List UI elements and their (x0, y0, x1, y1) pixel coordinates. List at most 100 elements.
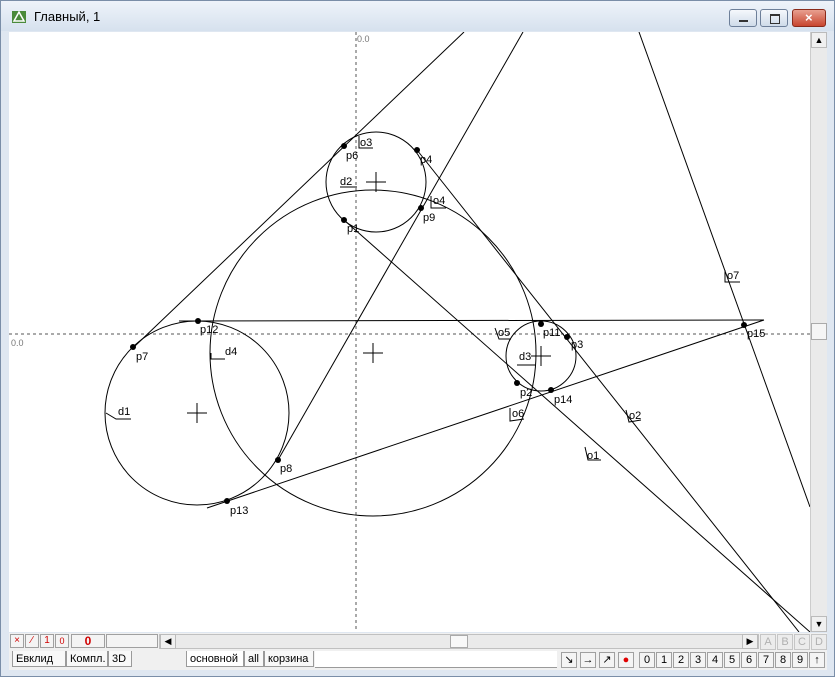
line-o3 (134, 32, 465, 347)
number-button-9[interactable]: 9 (792, 652, 808, 668)
tabs-row: Евклид Компл. 3D основной all корзина ↘ … (9, 650, 827, 670)
label-o5: o5 (498, 327, 510, 339)
point-p6 (341, 143, 347, 149)
arrow-up-icon: ▲ (814, 35, 824, 45)
point-p4 (414, 147, 420, 153)
minimize-icon (739, 20, 748, 22)
tab-main[interactable]: основной (186, 651, 244, 667)
scroll-up-button[interactable]: ▲ (811, 32, 827, 48)
center-marks (187, 172, 551, 423)
label-p11: p11 (543, 327, 561, 339)
up-arrow-icon: ↑ (814, 654, 820, 666)
label-p2: p2 (520, 387, 532, 399)
horizontal-scroll-thumb[interactable] (450, 635, 468, 648)
letter-button-b[interactable]: B (777, 634, 793, 650)
label-o4: o4 (433, 195, 445, 207)
geometry-drawing: 0.0 0.0 p1 p3 p4 p6 p7 p8 p9 p11 p12 p13… (9, 32, 810, 632)
label-p14: p14 (554, 394, 572, 406)
delete-button[interactable]: × (10, 634, 24, 648)
label-p1: p1 (347, 223, 359, 235)
number-button-1[interactable]: 1 (656, 652, 672, 668)
number-button-2[interactable]: 2 (673, 652, 689, 668)
counter-field: 0 (71, 634, 105, 648)
tool-line-button[interactable]: ↗ (599, 652, 615, 668)
point-p9 (418, 205, 424, 211)
tab-complex[interactable]: Компл. (66, 651, 108, 667)
maximize-icon (770, 14, 780, 24)
label-o7: o7 (727, 270, 739, 282)
number-button-4[interactable]: 4 (707, 652, 723, 668)
tool-segment-button[interactable]: ↘ (561, 652, 577, 668)
zero-button[interactable]: 0 (55, 634, 69, 648)
line-o2 (416, 149, 800, 632)
point-p7 (130, 344, 136, 350)
label-d1: d1 (118, 406, 130, 418)
tab-3d[interactable]: 3D (108, 651, 132, 667)
horizontal-scrollbar[interactable]: ◀ ▶ (159, 634, 759, 649)
application-window: Главный, 1 × 0.0 0.0 p1 p3 p4 p6 p7 p8 p… (0, 0, 835, 677)
construction-lines (134, 32, 810, 632)
blank-field (106, 634, 158, 648)
drawing-canvas[interactable]: 0.0 0.0 p1 p3 p4 p6 p7 p8 p9 p11 p12 p13… (9, 32, 810, 632)
ray-icon: → (582, 654, 594, 666)
tab-all[interactable]: all (244, 651, 264, 667)
letter-button-c[interactable]: C (794, 634, 810, 650)
tool-ray-button[interactable]: → (580, 652, 596, 668)
line-label-boxes (358, 136, 740, 461)
tab-trash[interactable]: корзина (264, 651, 314, 667)
label-o1: o1 (587, 450, 599, 462)
tool-point-button[interactable]: ● (618, 652, 634, 668)
vertical-scroll-thumb[interactable] (811, 323, 827, 340)
up-arrow-button[interactable]: ↑ (809, 652, 825, 668)
title-bar[interactable]: Главный, 1 × (1, 1, 834, 31)
line-o1 (343, 219, 810, 632)
letter-button-d[interactable]: D (811, 634, 827, 650)
scroll-right-button[interactable]: ▶ (742, 634, 758, 649)
line-o4 (277, 32, 524, 461)
number-button-5[interactable]: 5 (724, 652, 740, 668)
label-o6: o6 (512, 408, 524, 420)
number-button-3[interactable]: 3 (690, 652, 706, 668)
circle-labels (105, 186, 535, 420)
label-p12: p12 (200, 324, 218, 336)
label-o2: o2 (629, 410, 641, 422)
arrow-down-icon: ▼ (814, 619, 824, 629)
label-o3: o3 (360, 137, 372, 149)
scroll-left-button[interactable]: ◀ (160, 634, 176, 649)
line-o6 (206, 319, 765, 509)
label-p15: p15 (747, 328, 765, 340)
vertical-scrollbar[interactable]: ▲ ▼ (810, 32, 827, 632)
number-button-7[interactable]: 7 (758, 652, 774, 668)
line-o7 (638, 32, 810, 508)
axis-origin-label-top: 0.0 (357, 34, 370, 44)
number-button-6[interactable]: 6 (741, 652, 757, 668)
label-d2: d2 (340, 176, 352, 188)
scroll-down-button[interactable]: ▼ (811, 616, 827, 632)
arrow-left-icon: ◀ (164, 636, 172, 646)
label-d4: d4 (225, 346, 237, 358)
arrow-right-icon: ▶ (746, 636, 754, 646)
label-p4: p4 (420, 154, 432, 166)
point-icon: ● (622, 654, 630, 666)
point-p14 (548, 387, 554, 393)
segment-icon: ↘ (564, 654, 574, 666)
tab-strip-blank (315, 651, 557, 668)
line-tool-button[interactable]: ∕ (25, 634, 39, 648)
point-p2 (514, 380, 520, 386)
one-button[interactable]: 1 (40, 634, 54, 648)
label-p13: p13 (230, 505, 248, 517)
label-p6: p6 (346, 150, 358, 162)
number-button-8[interactable]: 8 (775, 652, 791, 668)
letter-button-a[interactable]: A (760, 634, 776, 650)
close-icon: × (805, 10, 813, 25)
label-p8: p8 (280, 463, 292, 475)
tab-euclid[interactable]: Евклид (12, 651, 66, 667)
label-p9: p9 (423, 212, 435, 224)
number-button-0[interactable]: 0 (639, 652, 655, 668)
maximize-button[interactable] (760, 9, 788, 27)
axis-origin-label-left: 0.0 (11, 338, 24, 348)
close-button[interactable]: × (792, 9, 826, 27)
minimize-button[interactable] (729, 9, 757, 27)
label-d3: d3 (519, 351, 531, 363)
bottom-toolbar-row: × ∕ 1 0 0 ◀ ▶ A B C D (9, 633, 827, 650)
